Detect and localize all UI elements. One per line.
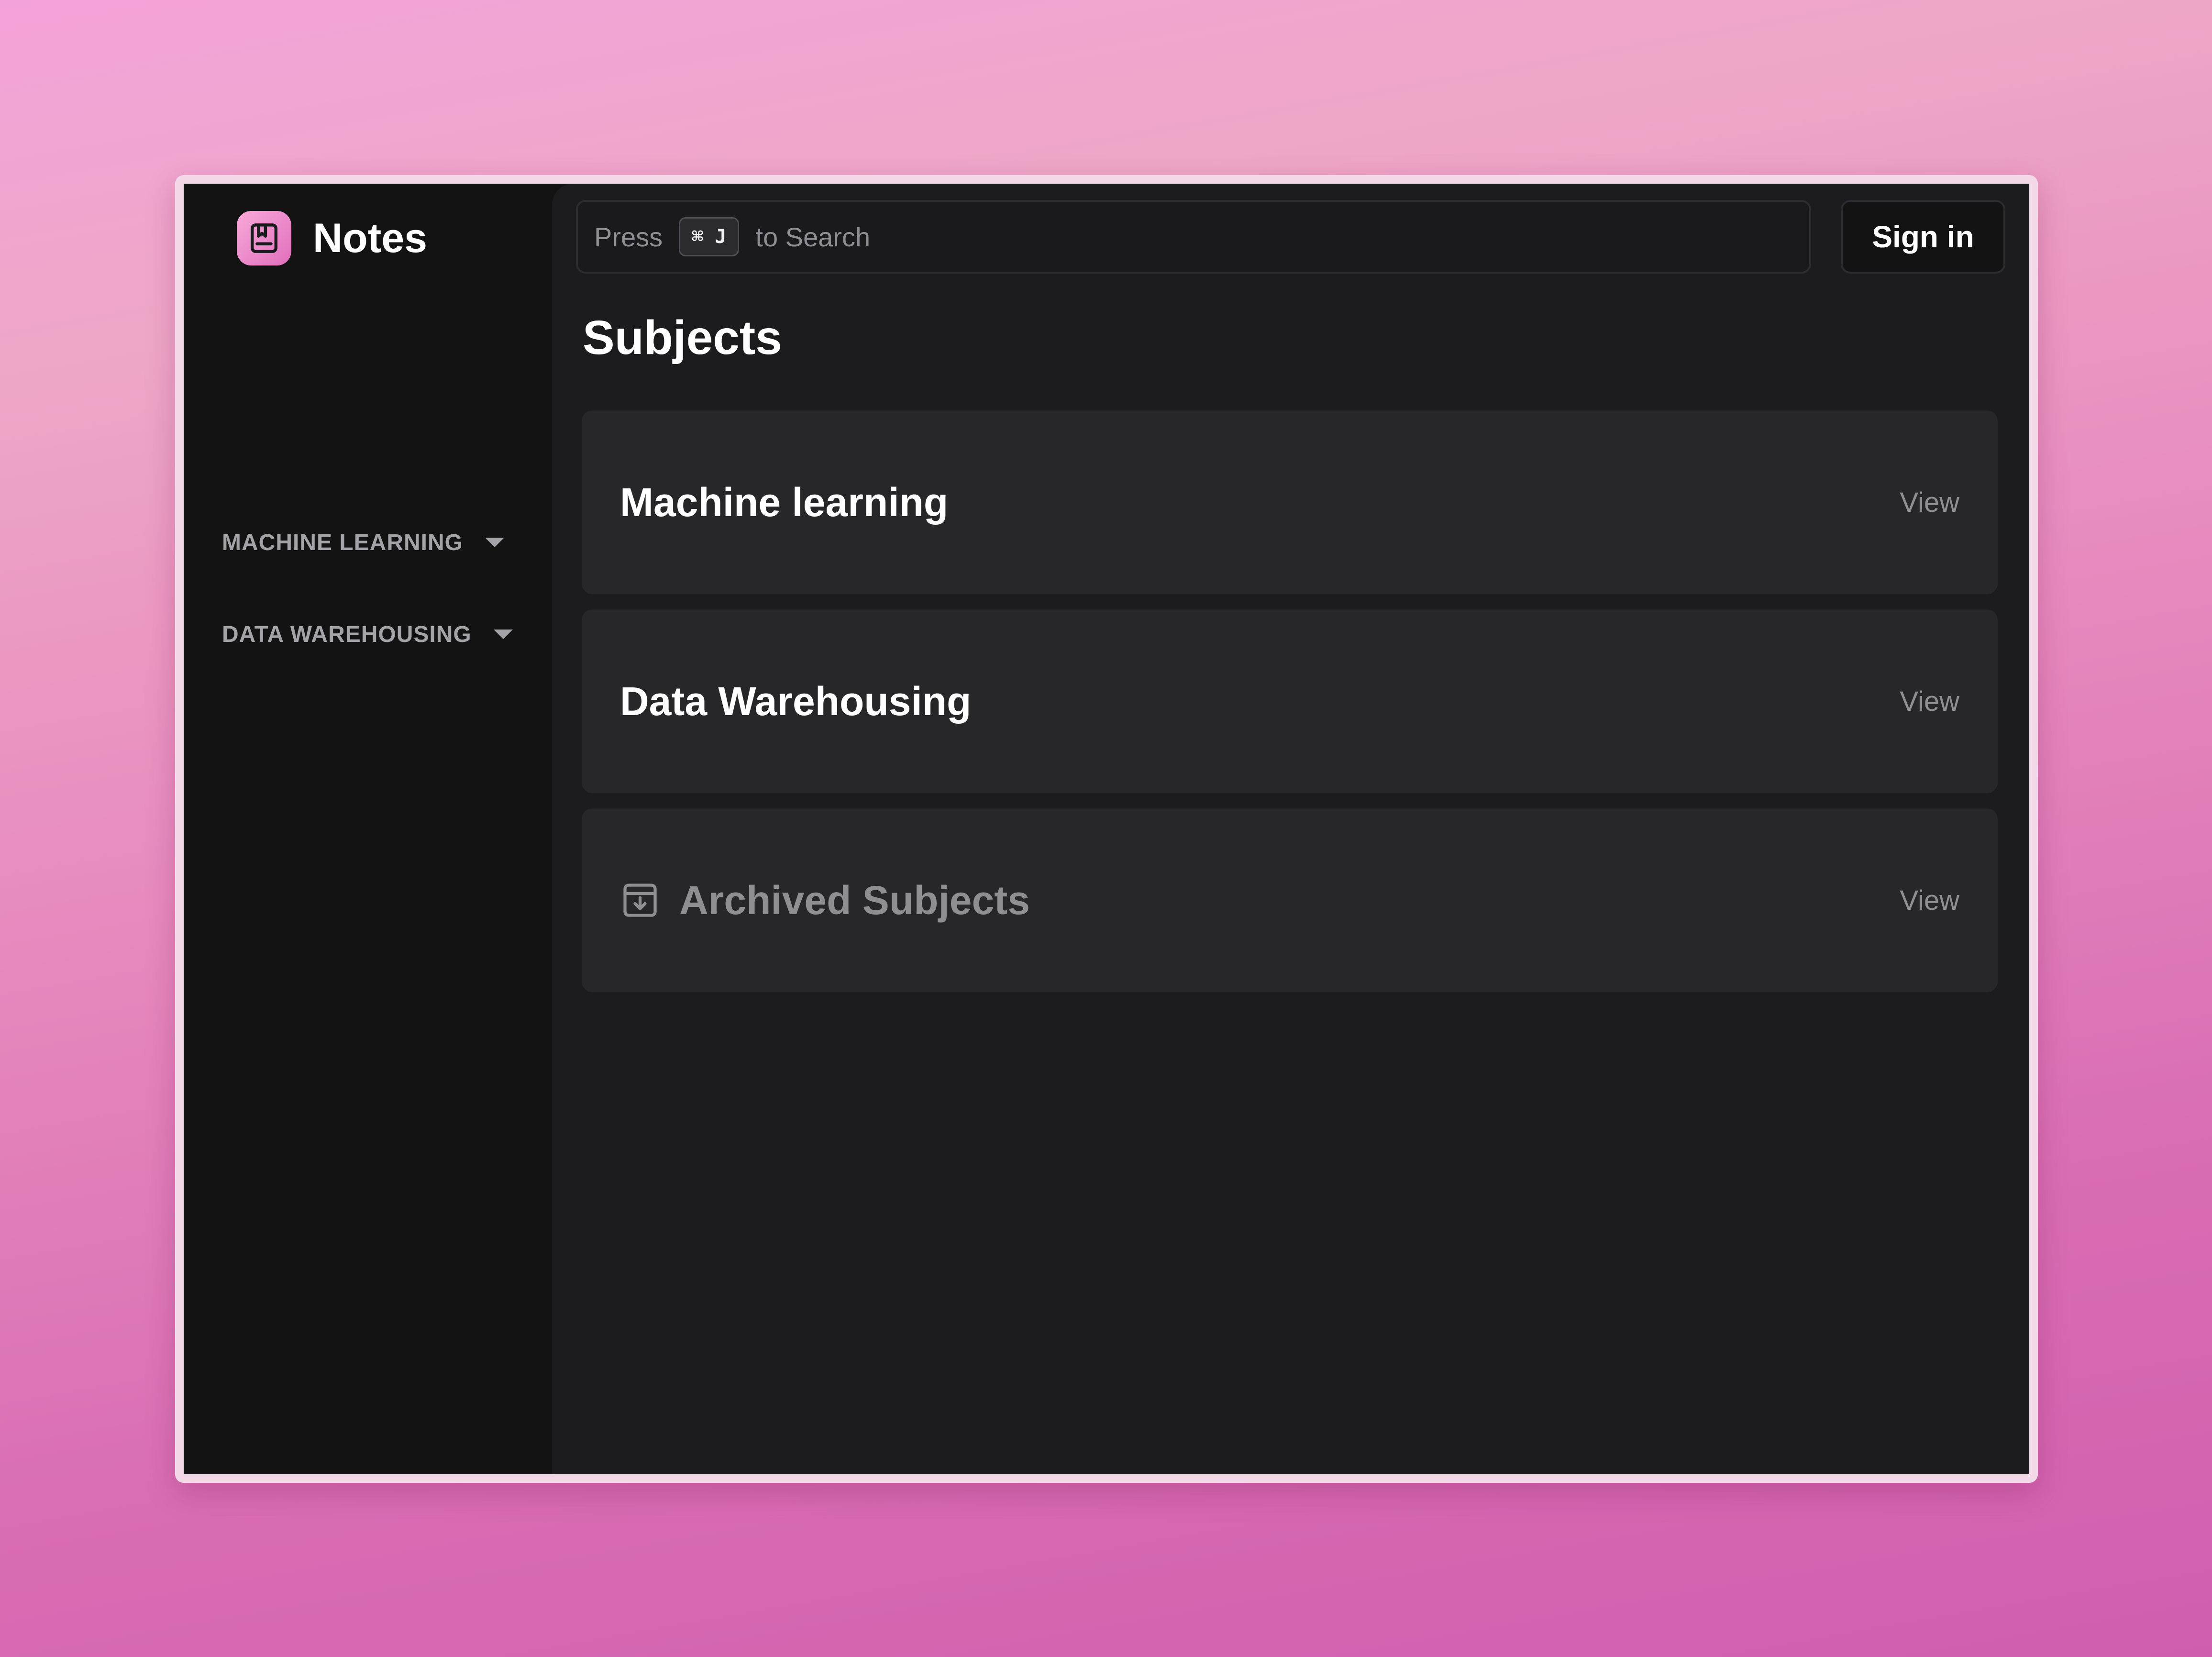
- view-link[interactable]: View: [1900, 685, 1959, 718]
- app-title[interactable]: Notes: [313, 213, 427, 263]
- search-suffix: to Search: [755, 221, 871, 252]
- view-link[interactable]: View: [1900, 884, 1959, 917]
- app-window-frame: Notes MACHINE LEARNING DATA WAREHOUSING …: [175, 175, 2038, 1483]
- subject-card-data-warehousing[interactable]: Data Warehousing View: [582, 609, 1998, 793]
- archived-subjects-card[interactable]: Archived Subjects View: [582, 808, 1998, 992]
- subject-title: Data Warehousing: [620, 678, 972, 724]
- view-link[interactable]: View: [1900, 486, 1959, 519]
- subject-title: Machine learning: [620, 479, 949, 525]
- caret-down-icon: [485, 538, 504, 547]
- sidebar-item-label: DATA WAREHOUSING: [222, 621, 472, 647]
- bookmark-book-icon[interactable]: [237, 211, 291, 265]
- search-prefix: Press: [594, 221, 663, 252]
- app-window: Notes MACHINE LEARNING DATA WAREHOUSING …: [184, 184, 2029, 1474]
- sidebar-item-data-warehousing[interactable]: DATA WAREHOUSING: [222, 615, 513, 653]
- subject-title: Archived Subjects: [679, 877, 1030, 923]
- sidebar-item-label: MACHINE LEARNING: [222, 530, 463, 555]
- caret-down-icon: [493, 630, 513, 639]
- main-content: Press ⌘ J to Search Sign in Subjects Mac…: [552, 184, 2029, 1474]
- archived-subjects-title-group: Archived Subjects: [620, 877, 1030, 924]
- search-bar[interactable]: Press ⌘ J to Search: [576, 200, 1811, 274]
- archive-icon: [620, 880, 660, 920]
- keyboard-shortcut-badge: ⌘ J: [679, 217, 740, 256]
- sidebar: Notes MACHINE LEARNING DATA WAREHOUSING: [184, 184, 552, 1474]
- subject-card-machine-learning[interactable]: Machine learning View: [582, 410, 1998, 594]
- sign-in-button[interactable]: Sign in: [1841, 200, 2005, 274]
- page-title: Subjects: [583, 311, 782, 365]
- sidebar-item-machine-learning[interactable]: MACHINE LEARNING: [222, 523, 504, 562]
